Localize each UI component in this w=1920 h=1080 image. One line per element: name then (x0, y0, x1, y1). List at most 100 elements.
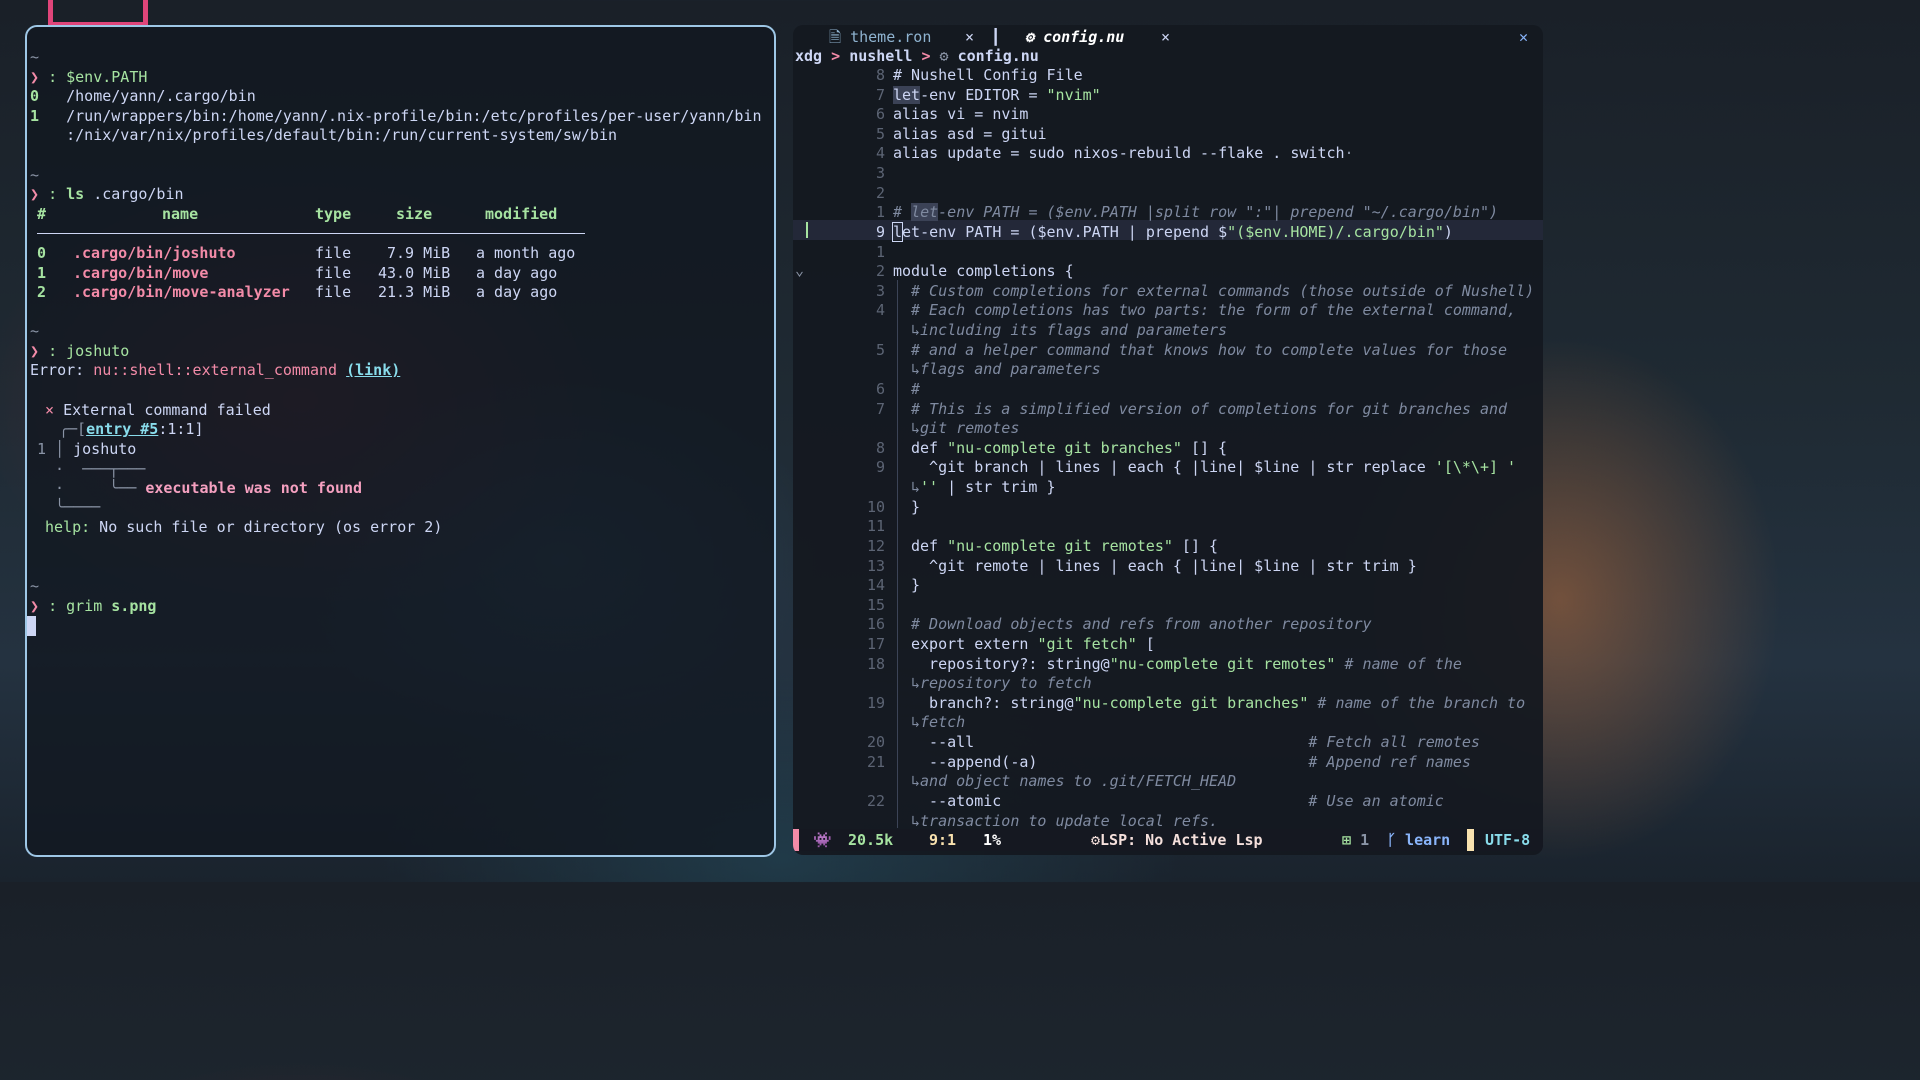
terminal-line: ~ (30, 577, 40, 595)
prompt-glyph: ❯ (30, 68, 40, 86)
gear-icon: ⚙ (1091, 831, 1101, 849)
row-modified: a month ago (476, 244, 576, 262)
line-number: 4 (875, 301, 885, 320)
git-added-marker (806, 222, 808, 238)
error-hint: · ╰── executable was not found (55, 479, 363, 497)
line-number (857, 811, 885, 831)
tab-close-button[interactable]: × (1161, 27, 1170, 47)
error-link[interactable]: (link) (346, 361, 400, 379)
row-name: .cargo/bin/joshuto (73, 244, 236, 262)
row-type: file (315, 283, 352, 301)
row-modified: a day ago (476, 264, 558, 282)
tab-divider: ┃ (991, 28, 1001, 46)
line-number: 7 (875, 85, 885, 104)
error-bottom: ╰──── (55, 498, 101, 516)
command-text: : joshuto (48, 342, 130, 360)
error-label: Error: (30, 361, 94, 379)
line-number: 3 (875, 164, 885, 183)
help-message: No such file or directory (os error 2) (90, 518, 443, 536)
line-number (857, 477, 885, 497)
row-index: 0 (37, 244, 47, 262)
table-header-name: name (162, 205, 199, 223)
terminal-line: ~ (30, 48, 40, 66)
terminal-line: ❯ : $env.PATH (30, 67, 147, 87)
status-bar: 👾 20.5k 9:1 1% ⚙LSP: No Active Lsp ⊞ 1 ᚴ… (793, 829, 1543, 851)
git-branch-icon: ᚴ (1387, 831, 1397, 849)
gear-icon: ⚙ (939, 47, 949, 65)
row-name: .cargo/bin/move-analyzer (73, 283, 290, 301)
line-number: 2 (875, 183, 885, 202)
breadcrumb-item[interactable]: nushell (849, 47, 912, 65)
command-text: : $env.PATH (48, 68, 148, 86)
tab-bar: 🗎 theme.ron × ┃ ⚙ config.nu × ✕ (793, 25, 1543, 47)
entry-position: :1:1] (158, 420, 204, 438)
tab-close-button[interactable]: × (965, 27, 974, 47)
background-sign (48, 0, 148, 27)
line-number: 18 (866, 654, 885, 673)
line-number: 15 (866, 595, 885, 614)
tab-label: config.nu (1043, 28, 1125, 46)
line-number (857, 712, 885, 732)
window-close-button[interactable]: ✕ (1519, 27, 1528, 47)
row-size: 7.9 MiB (387, 244, 451, 262)
source-line-number: 1 (37, 440, 47, 458)
text-cursor: l (891, 221, 904, 242)
error-source-line: 1 │ joshuto (37, 440, 137, 458)
row-index: 1 (37, 264, 47, 282)
line-number: 9 (875, 222, 885, 241)
fold-icon[interactable]: ⌄ (795, 260, 804, 280)
breadcrumb-item[interactable]: config.nu (958, 47, 1039, 65)
line-number: 5 (875, 124, 885, 143)
prompt-glyph: ❯ (30, 597, 40, 615)
row-index: 2 (37, 283, 47, 301)
tab-theme-ron[interactable]: 🗎 theme.ron (829, 27, 931, 47)
line-number (857, 771, 885, 791)
tab-config-nu[interactable]: ⚙ config.nu (1025, 27, 1124, 47)
line-number: 10 (866, 497, 885, 516)
line-number (857, 418, 885, 438)
indent-guide (897, 280, 898, 828)
row-size: 43.0 MiB (378, 264, 451, 282)
line-number: 17 (866, 634, 885, 653)
line-number: 11 (866, 517, 885, 536)
line-number: 3 (875, 281, 885, 300)
path-entry: /home/yann/.cargo/bin (66, 87, 256, 105)
gear-icon: ⚙ (1025, 28, 1035, 46)
git-added-count: ⊞ 1 (1342, 831, 1370, 849)
prompt-glyph: ❯ (30, 342, 40, 360)
mode-indicator (793, 829, 799, 851)
terminal-cursor (27, 616, 36, 636)
terminal-line: ~ (30, 322, 40, 340)
command-arg: .cargo/bin (84, 185, 184, 203)
line-number: 16 (866, 615, 885, 634)
row-type: file (315, 264, 352, 282)
breadcrumb-separator: > (921, 47, 931, 65)
mode-icon: 👾 (813, 831, 832, 849)
table-header-size: size (396, 205, 433, 223)
command-arg: s.png (111, 597, 157, 615)
list-index: 0 (30, 87, 40, 105)
encoding-divider (1467, 829, 1474, 851)
prompt-glyph: ❯ (30, 185, 40, 203)
breadcrumb-item[interactable]: xdg (795, 47, 822, 65)
line-number: 8 (875, 66, 885, 84)
terminal-line: ❯ : joshuto (30, 341, 129, 361)
file-encoding: UTF-8 (1485, 831, 1531, 849)
error-x-icon: × (45, 401, 55, 419)
error-line: Error: nu::shell::external_command (link… (30, 360, 400, 380)
line-number: 6 (875, 105, 885, 124)
terminal-line: ~ (30, 166, 40, 184)
table-header-type: type (315, 205, 352, 223)
terminal-window[interactable]: ~ ❯ : $env.PATH 0 /home/yann/.cargo/bin … (25, 25, 776, 857)
path-entry: :/nix/var/nix/profiles/default/bin:/run/… (66, 126, 618, 144)
editor-window[interactable]: 🗎 theme.ron × ┃ ⚙ config.nu × ✕ xdg > nu… (793, 25, 1543, 855)
lsp-status: ⚙LSP: No Active Lsp (1091, 831, 1263, 849)
entry-link[interactable]: entry #5 (86, 420, 158, 438)
breadcrumb-separator: > (831, 47, 841, 65)
line-number: 7 (875, 399, 885, 418)
branch-status: ᚴ learn (1387, 831, 1451, 849)
line-number: 5 (875, 340, 885, 359)
error-underline: · ───┬─── (55, 460, 146, 478)
help-line: help: No such file or directory (os erro… (45, 517, 442, 537)
source-text: joshuto (73, 440, 137, 458)
